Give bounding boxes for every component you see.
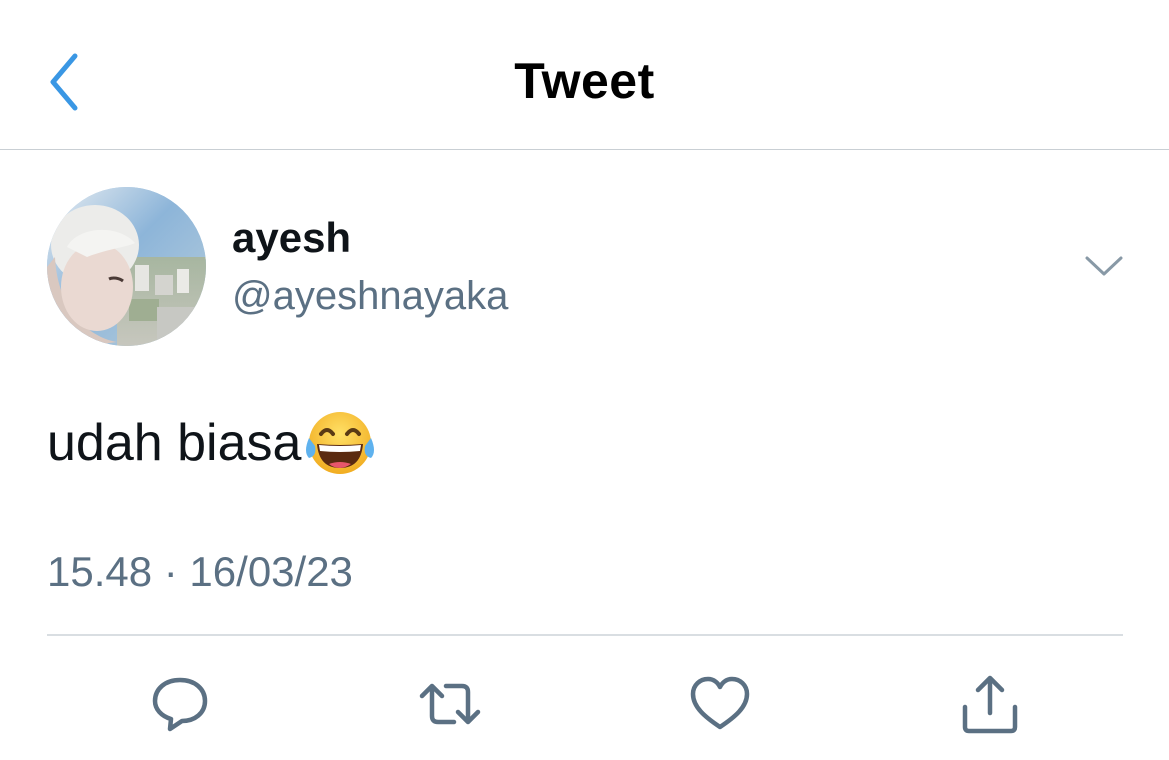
- tweet-text: udah biasa: [47, 410, 377, 476]
- share-icon: [962, 675, 1018, 734]
- top-navigation-bar: Tweet: [0, 0, 1169, 150]
- like-button[interactable]: [688, 672, 752, 736]
- speech-bubble-icon: [152, 677, 208, 732]
- reply-button[interactable]: [148, 672, 212, 736]
- retweet-icon: [419, 683, 481, 725]
- tweet-timestamp[interactable]: 15.48 · 16/03/23: [47, 548, 353, 596]
- retweet-button[interactable]: [418, 672, 482, 736]
- author-handle[interactable]: @ayeshnayaka: [232, 274, 508, 319]
- more-options-button[interactable]: [1080, 248, 1128, 284]
- face-with-tears-of-joy-icon: [306, 412, 375, 474]
- chevron-down-icon: [1085, 256, 1123, 276]
- page-title: Tweet: [514, 53, 655, 109]
- tweet-text-content: udah biasa: [47, 414, 302, 472]
- heart-icon: [690, 676, 750, 730]
- share-button[interactable]: [958, 672, 1022, 736]
- author-display-name[interactable]: ayesh: [232, 214, 351, 262]
- avatar[interactable]: [47, 187, 206, 346]
- divider: [47, 634, 1123, 636]
